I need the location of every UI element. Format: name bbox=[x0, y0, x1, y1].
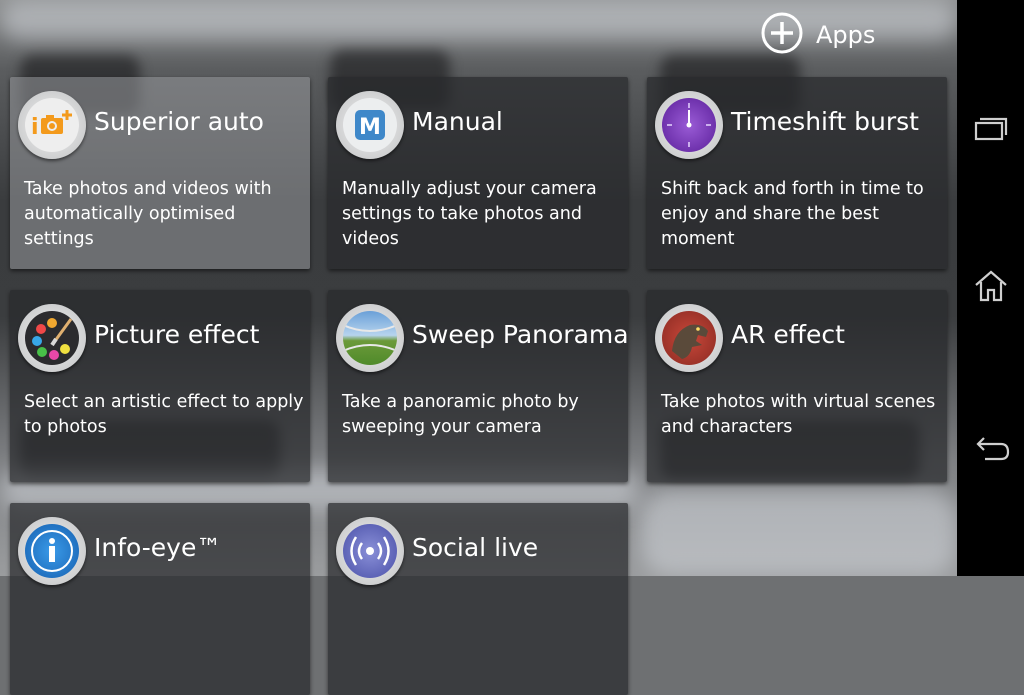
mode-description: Select an artistic effect to apply to ph… bbox=[24, 392, 304, 437]
palette-icon bbox=[18, 304, 86, 372]
mode-tile-manual[interactable]: M Manual Manually adjust your camera set… bbox=[328, 77, 628, 269]
home-icon bbox=[973, 269, 1009, 307]
mode-tile-sweep-panorama[interactable]: Sweep Panorama Take a panoramic photo by… bbox=[328, 290, 629, 482]
mode-title: Info-eye™ bbox=[94, 533, 222, 562]
svg-text:M: M bbox=[359, 115, 381, 140]
mode-description: Take photos and videos with automaticall… bbox=[24, 179, 272, 249]
dinosaur-icon bbox=[655, 304, 723, 372]
info-icon bbox=[18, 517, 86, 585]
navigation-bar bbox=[957, 0, 1024, 576]
mode-tile-info-eye[interactable]: Info-eye™ bbox=[10, 503, 310, 695]
mode-tile-superior-auto[interactable]: i Superior auto Take photos and videos w… bbox=[10, 77, 310, 269]
mode-description: Manually adjust your camera settings to … bbox=[342, 179, 597, 249]
apps-button[interactable]: Apps bbox=[760, 12, 875, 58]
recent-apps-button[interactable] bbox=[957, 100, 1024, 160]
mode-title: Manual bbox=[412, 107, 503, 136]
mode-title: Superior auto bbox=[94, 107, 264, 136]
mode-title: Sweep Panorama bbox=[412, 320, 629, 349]
recent-apps-icon bbox=[973, 115, 1009, 145]
mode-title: Timeshift burst bbox=[731, 107, 919, 136]
broadcast-icon bbox=[336, 517, 404, 585]
clock-icon bbox=[655, 91, 723, 159]
mode-tile-social-live[interactable]: Social live bbox=[328, 503, 628, 695]
back-button[interactable] bbox=[957, 420, 1024, 480]
mode-tile-ar-effect[interactable]: AR effect Take photos with virtual scene… bbox=[647, 290, 947, 482]
mode-description: Shift back and forth in time to enjoy an… bbox=[661, 179, 924, 249]
svg-text:i: i bbox=[31, 115, 39, 140]
mode-tile-timeshift-burst[interactable]: Timeshift burst Shift back and forth in … bbox=[647, 77, 947, 269]
mode-description: Take a panoramic photo by sweeping your … bbox=[342, 392, 579, 437]
mode-title: AR effect bbox=[731, 320, 845, 349]
panorama-icon bbox=[336, 304, 404, 372]
back-icon bbox=[971, 432, 1011, 468]
manual-m-icon: M bbox=[336, 91, 404, 159]
plus-circle-icon bbox=[760, 11, 804, 59]
apps-label: Apps bbox=[816, 21, 876, 49]
home-button[interactable] bbox=[957, 258, 1024, 318]
mode-description: Take photos with virtual scenes and char… bbox=[661, 392, 936, 437]
mode-title: Social live bbox=[412, 533, 539, 562]
camera-plus-icon: i bbox=[18, 91, 86, 159]
mode-title: Picture effect bbox=[94, 320, 260, 349]
mode-tile-picture-effect[interactable]: Picture effect Select an artistic effect… bbox=[10, 290, 310, 482]
